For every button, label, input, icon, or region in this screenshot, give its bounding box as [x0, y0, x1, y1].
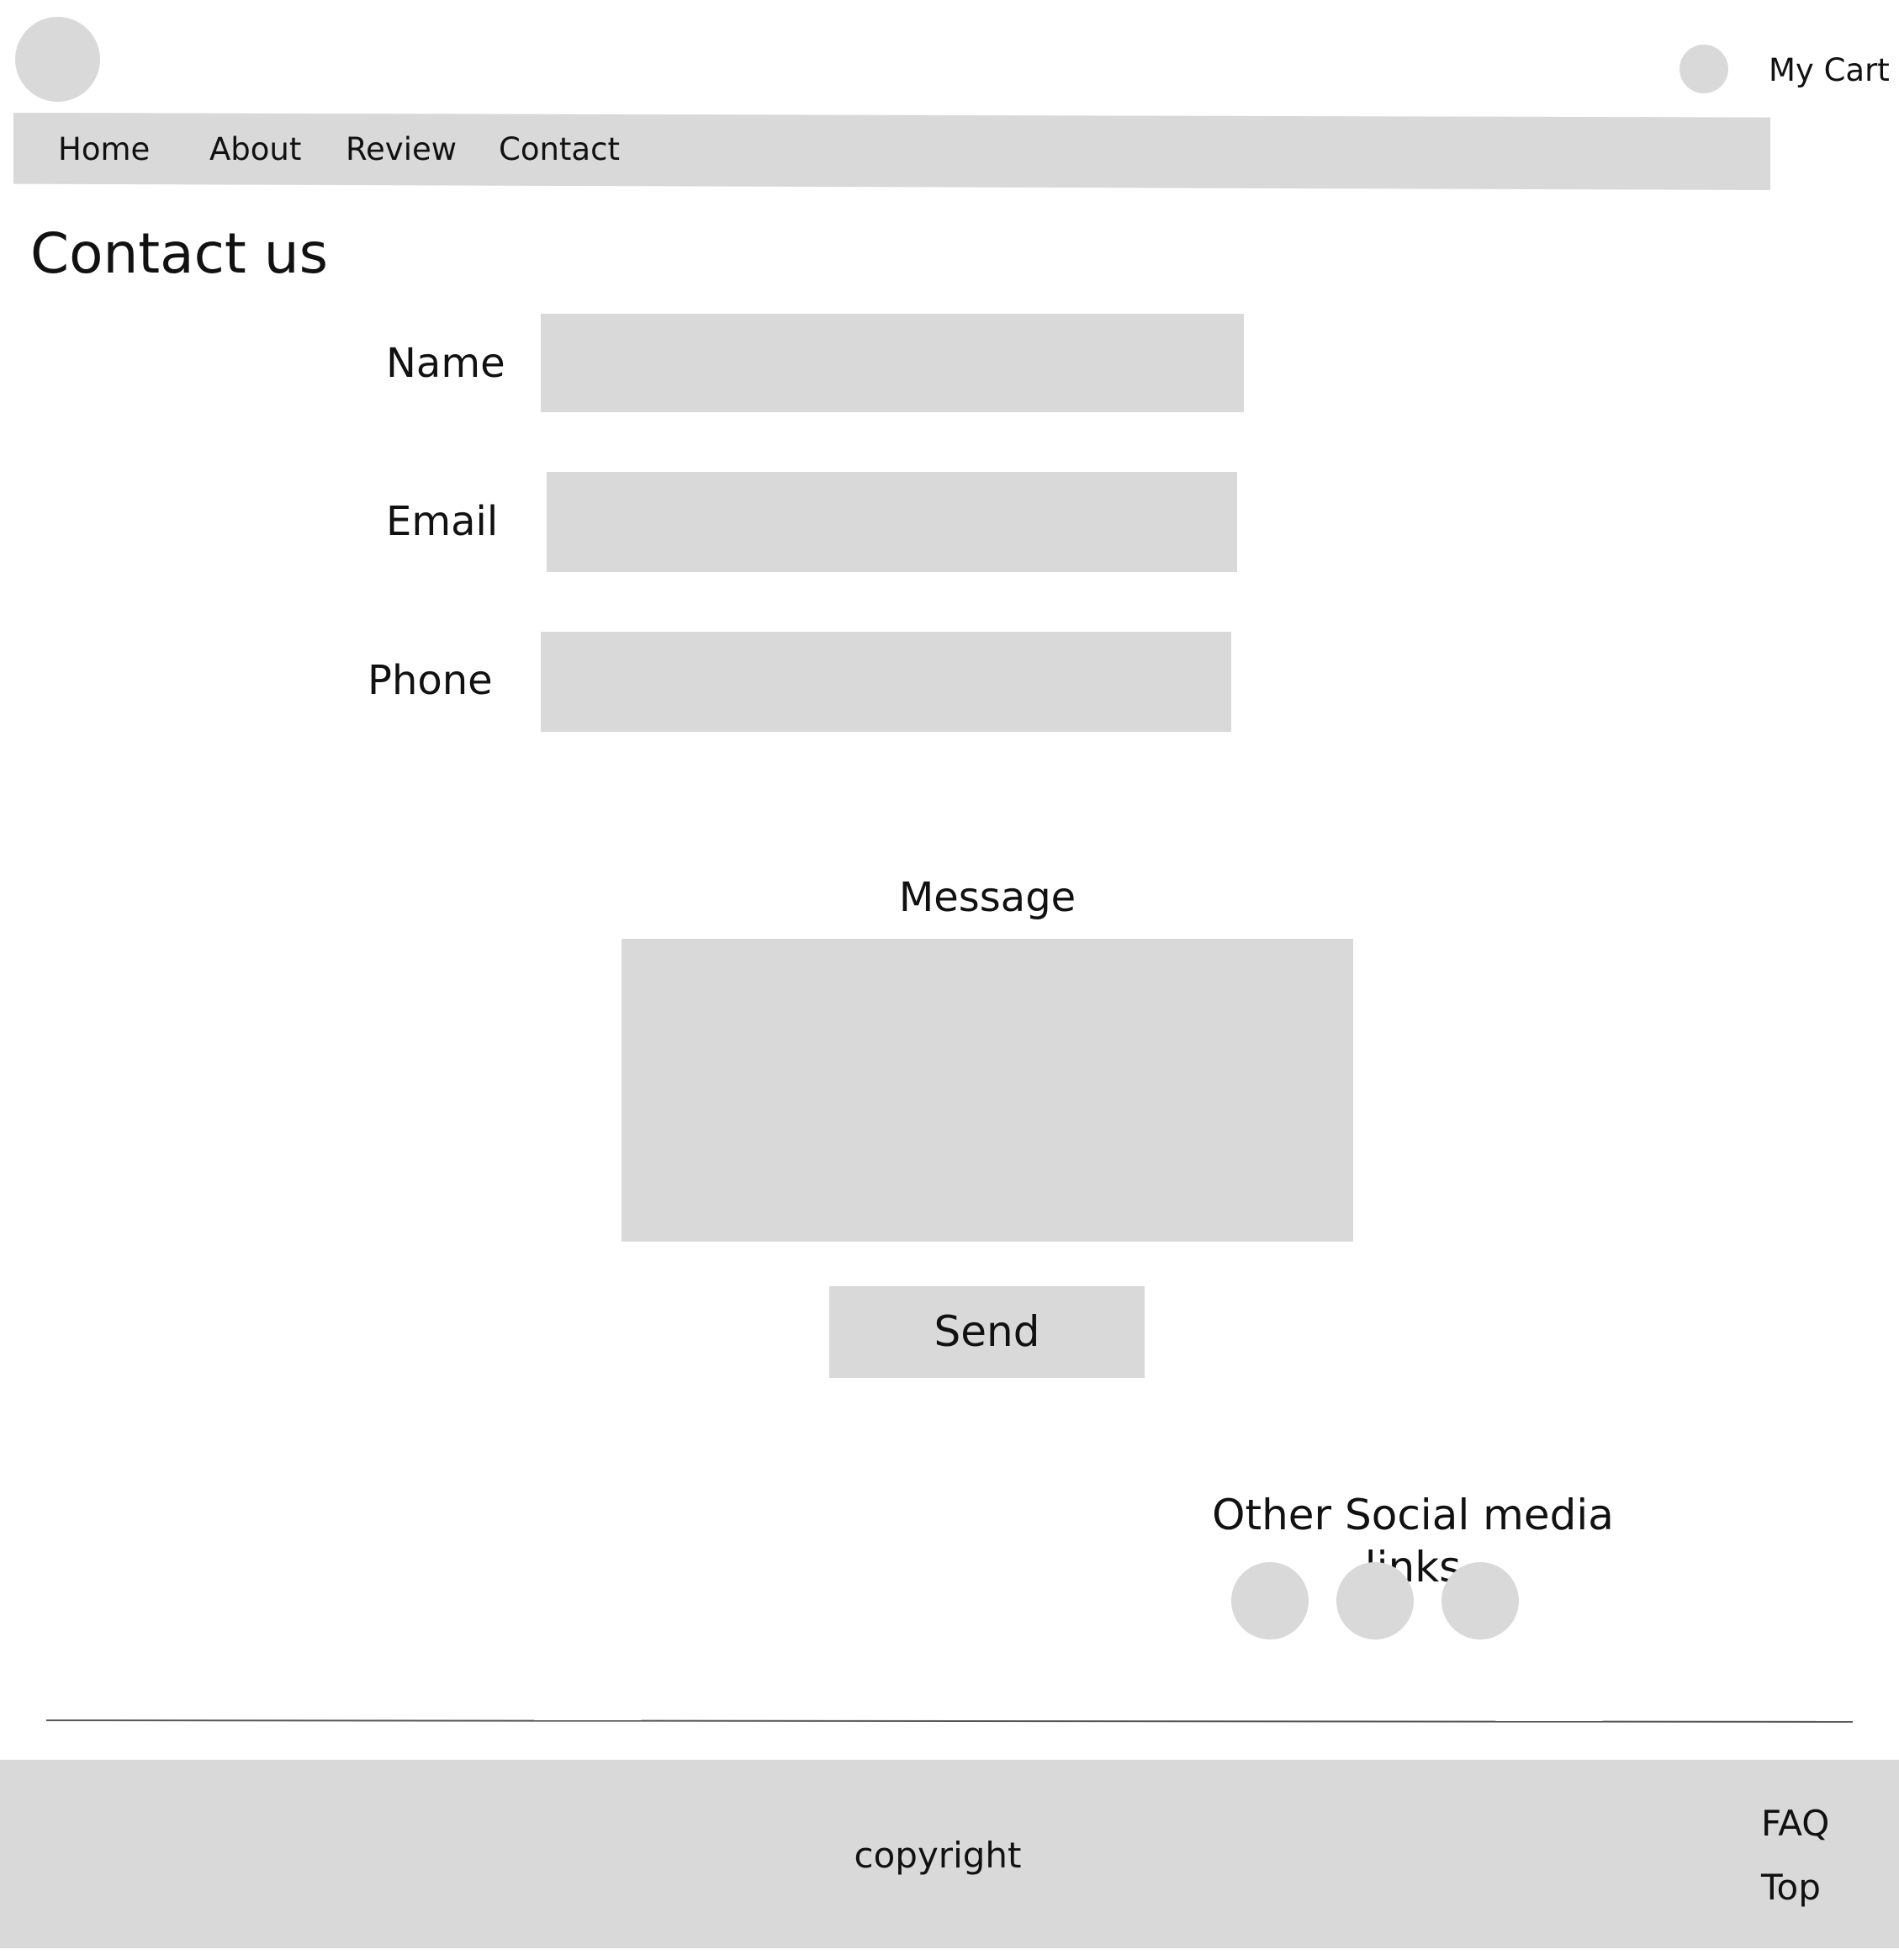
social-link-icon[interactable]	[1336, 1562, 1414, 1640]
name-label: Name	[386, 340, 505, 387]
my-cart-link[interactable]: My Cart	[1769, 49, 1890, 93]
social-link-icon[interactable]	[1441, 1562, 1519, 1640]
page-title: Contact us	[30, 221, 328, 286]
phone-field[interactable]	[541, 632, 1231, 732]
copyright-text: copyright	[854, 1835, 1022, 1876]
message-field[interactable]	[622, 939, 1353, 1242]
nav-item-review[interactable]: Review	[346, 128, 457, 172]
nav-item-contact[interactable]: Contact	[499, 128, 620, 172]
message-label: Message	[898, 874, 1076, 921]
footer-divider	[45, 1719, 1854, 1723]
cart-icon[interactable]	[1679, 45, 1728, 93]
social-link-icon[interactable]	[1231, 1562, 1309, 1640]
email-label: Email	[386, 498, 499, 545]
top-link[interactable]: Top	[1761, 1864, 1821, 1911]
phone-label: Phone	[368, 657, 493, 704]
send-button[interactable]: Send	[829, 1286, 1145, 1378]
faq-link[interactable]: FAQ	[1761, 1800, 1829, 1847]
nav-item-home[interactable]: Home	[58, 128, 150, 172]
name-field[interactable]	[541, 314, 1244, 412]
email-field[interactable]	[547, 472, 1237, 572]
nav-item-about[interactable]: About	[209, 128, 301, 172]
logo-placeholder-icon[interactable]	[15, 17, 100, 102]
